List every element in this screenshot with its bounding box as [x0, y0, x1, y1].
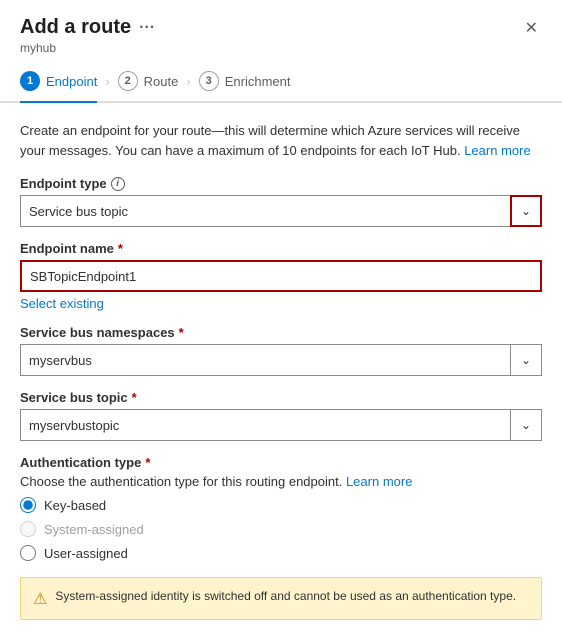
step-3-circle: 3 — [199, 71, 219, 91]
panel-title: Add a route ··· — [20, 16, 155, 39]
endpoint-name-group: Endpoint name * Select existing — [20, 241, 542, 311]
warning-box: ⚠ System-assigned identity is switched o… — [20, 577, 542, 620]
service-bus-namespaces-label: Service bus namespaces * — [20, 325, 542, 340]
auth-key-based-label: Key-based — [44, 498, 106, 513]
step-3-label: Enrichment — [225, 74, 291, 89]
panel-body: Create an endpoint for your route—this w… — [0, 103, 562, 643]
auth-key-based-radio[interactable] — [20, 497, 36, 513]
auth-system-assigned-radio — [20, 521, 36, 537]
step-1-circle: 1 — [20, 71, 40, 91]
service-bus-topic-required: * — [132, 390, 137, 405]
description-learn-more-link[interactable]: Learn more — [464, 143, 530, 158]
service-bus-namespaces-select[interactable]: myservbus — [20, 344, 542, 376]
service-bus-namespaces-required: * — [179, 325, 184, 340]
service-bus-namespaces-group: Service bus namespaces * myservbus ⌄ — [20, 325, 542, 376]
endpoint-name-input[interactable] — [20, 260, 542, 292]
auth-system-assigned-option: System-assigned — [20, 521, 542, 537]
auth-system-assigned-label: System-assigned — [44, 522, 144, 537]
auth-type-label: Authentication type * — [20, 455, 542, 470]
add-route-panel: Add a route ··· myhub ✕ 1 Endpoint › 2 R… — [0, 0, 562, 643]
close-button[interactable]: ✕ — [521, 14, 542, 42]
auth-user-assigned-radio[interactable] — [20, 545, 36, 561]
step-2-label: Route — [144, 74, 179, 89]
title-text: Add a route — [20, 16, 131, 39]
auth-user-assigned-label: User-assigned — [44, 546, 128, 561]
auth-type-description: Choose the authentication type for this … — [20, 474, 542, 489]
ellipsis-icon[interactable]: ··· — [139, 19, 155, 37]
step-route[interactable]: 2 Route — [118, 71, 179, 101]
auth-type-group: Authentication type * Choose the authent… — [20, 455, 542, 561]
endpoint-name-label: Endpoint name * — [20, 241, 542, 256]
service-bus-namespaces-wrapper: myservbus ⌄ — [20, 344, 542, 376]
endpoint-type-select-wrapper: Service bus topic ⌄ — [20, 195, 542, 227]
endpoint-name-required: * — [118, 241, 123, 256]
service-bus-topic-wrapper: myservbustopic ⌄ — [20, 409, 542, 441]
auth-user-assigned-option[interactable]: User-assigned — [20, 545, 542, 561]
panel-header: Add a route ··· myhub ✕ — [0, 0, 562, 59]
title-block: Add a route ··· myhub — [20, 16, 155, 55]
auth-key-based-option[interactable]: Key-based — [20, 497, 542, 513]
service-bus-topic-select[interactable]: myservbustopic — [20, 409, 542, 441]
description-text: Create an endpoint for your route—this w… — [20, 121, 542, 160]
warning-text: System-assigned identity is switched off… — [55, 588, 516, 605]
auth-radio-group: Key-based System-assigned User-assigned — [20, 497, 542, 561]
endpoint-type-info-icon[interactable]: i — [111, 177, 125, 191]
service-bus-topic-label: Service bus topic * — [20, 390, 542, 405]
step-1-label: Endpoint — [46, 74, 97, 89]
auth-type-required: * — [145, 455, 150, 470]
endpoint-type-group: Endpoint type i Service bus topic ⌄ — [20, 176, 542, 227]
step-2-circle: 2 — [118, 71, 138, 91]
step-enrichment[interactable]: 3 Enrichment — [199, 71, 291, 101]
auth-learn-more-link[interactable]: Learn more — [346, 474, 412, 489]
step-endpoint[interactable]: 1 Endpoint — [20, 71, 97, 103]
panel-subtitle: myhub — [20, 41, 155, 55]
service-bus-topic-group: Service bus topic * myservbustopic ⌄ — [20, 390, 542, 441]
select-existing-link[interactable]: Select existing — [20, 296, 104, 311]
warning-icon: ⚠ — [33, 589, 47, 609]
endpoint-type-select[interactable]: Service bus topic — [20, 195, 542, 227]
steps-bar: 1 Endpoint › 2 Route › 3 Enrichment — [0, 59, 562, 103]
step-sep-1: › — [105, 74, 109, 89]
step-sep-2: › — [186, 74, 190, 89]
endpoint-type-label: Endpoint type i — [20, 176, 542, 191]
